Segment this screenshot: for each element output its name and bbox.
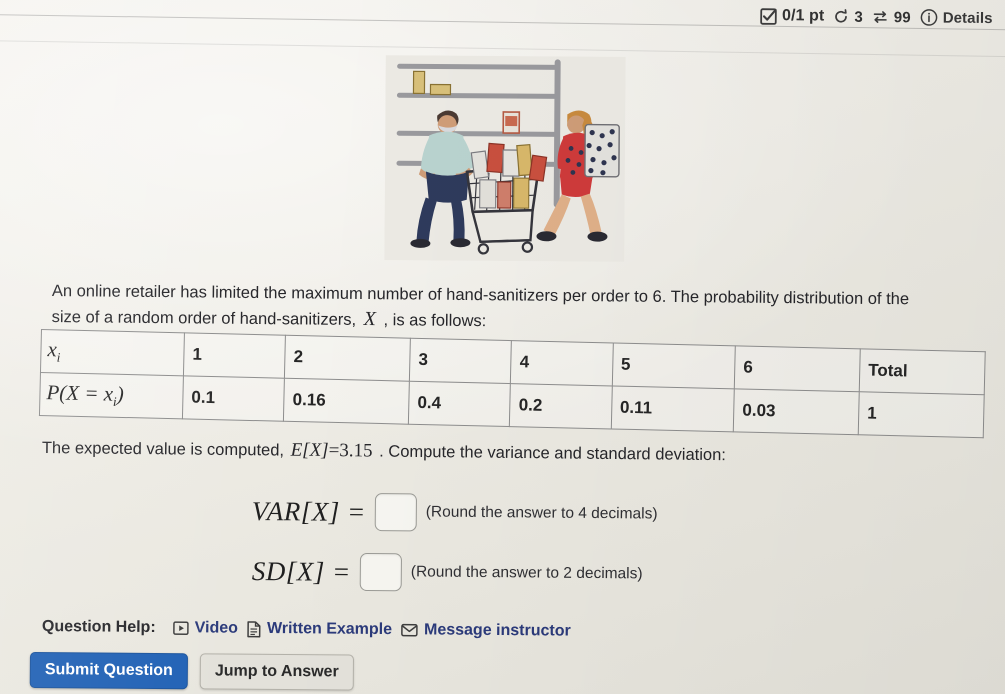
cell-x-3: 3 [409, 338, 512, 384]
row-header-p-suffix: ) [116, 381, 125, 406]
standard-deviation-answer-row: SD[X] = (Round the answer to 2 decimals) [252, 552, 643, 593]
cell-total-header: Total [859, 348, 986, 395]
shuffle-count: 99 [894, 8, 912, 26]
message-instructor-label[interactable]: Message instructor [424, 621, 571, 640]
cell-x-2: 2 [284, 335, 411, 382]
written-example-label[interactable]: Written Example [267, 620, 392, 639]
row-header-x-subscript: i [56, 349, 61, 365]
row-header-x: xi [40, 329, 185, 376]
shoppers-with-cart-illustration [384, 55, 626, 262]
attempts-group: 3 [834, 8, 864, 26]
document-text-icon[interactable] [247, 620, 261, 637]
cell-p-5: 0.11 [610, 385, 735, 432]
standard-deviation-label: SD[X] = [251, 555, 351, 587]
action-buttons-row: Submit Question Jump to Answer [29, 652, 354, 691]
cell-p-6: 0.03 [733, 388, 860, 435]
cell-p-3: 0.4 [408, 381, 511, 427]
cell-total-value: 1 [858, 391, 985, 438]
details-group[interactable]: Details [920, 8, 993, 27]
variance-answer-row: VAR[X] = (Round the answer to 4 decimals… [252, 492, 658, 534]
written-example-link[interactable]: Written Example [247, 620, 392, 639]
row-header-probability: P(X = xi) [39, 372, 184, 419]
cell-p-1: 0.1 [182, 375, 285, 422]
message-instructor-link[interactable]: Message instructor [401, 621, 571, 640]
video-help-label[interactable]: Video [195, 619, 238, 637]
cell-x-6: 6 [734, 345, 861, 392]
details-label[interactable]: Details [943, 9, 993, 26]
question-status-header: 0/1 pt 3 99 Details [760, 7, 993, 27]
video-help-link[interactable]: Video [172, 619, 238, 638]
variance-input[interactable] [374, 493, 417, 532]
cell-x-1: 1 [183, 332, 286, 379]
variance-rounding-hint: (Round the answer to 4 decimals) [425, 503, 658, 523]
cell-p-2: 0.16 [283, 378, 410, 425]
question-text-part-2: , is as follows: [383, 310, 487, 330]
row-header-p-prefix: P(X = x [46, 380, 114, 406]
expected-value-formula: E[X]=3.15 [289, 440, 375, 462]
jump-to-answer-button[interactable]: Jump to Answer [199, 653, 354, 691]
swap-arrows-icon [872, 9, 889, 25]
attempts-count: 3 [854, 8, 864, 26]
checkbox-checked-icon [760, 7, 778, 25]
expected-value-suffix: . Compute the variance and standard devi… [379, 442, 726, 465]
shuffle-group: 99 [872, 8, 912, 26]
cell-x-5: 5 [611, 342, 736, 389]
expected-value-lhs: E[X] [290, 439, 329, 462]
random-variable-symbol: X [363, 307, 377, 330]
question-help-label: Question Help: [41, 618, 156, 636]
variance-label: VAR[X] = [251, 495, 366, 527]
points-group: 0/1 pt [760, 7, 825, 26]
retry-circular-arrow-icon [834, 9, 850, 25]
video-play-icon[interactable] [172, 621, 189, 636]
cell-x-4: 4 [510, 340, 613, 386]
standard-deviation-rounding-hint: (Round the answer to 2 decimals) [410, 563, 643, 583]
expected-value-rhs: 3.15 [339, 440, 373, 462]
info-circle-icon[interactable] [920, 8, 938, 26]
cell-p-4: 0.2 [509, 383, 612, 429]
expected-value-prefix: The expected value is computed, [41, 438, 285, 460]
envelope-icon[interactable] [401, 623, 418, 637]
points-label: 0/1 pt [782, 7, 825, 25]
standard-deviation-input[interactable] [359, 552, 402, 592]
question-prompt: An online retailer has limited the maxim… [52, 281, 942, 338]
submit-question-button[interactable]: Submit Question [29, 652, 188, 690]
